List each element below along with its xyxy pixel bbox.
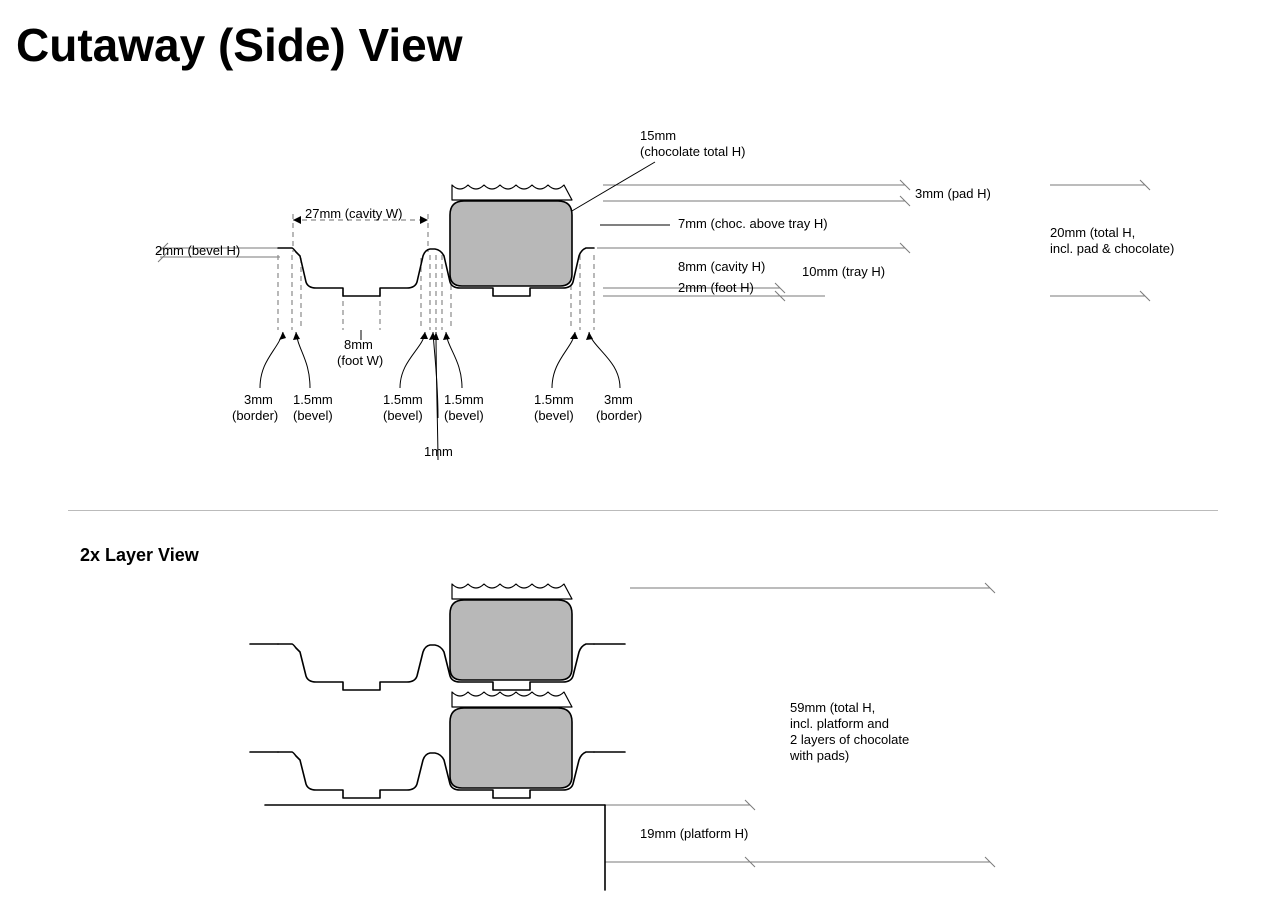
lbl-cavity-w: 27mm (cavity W) [305, 206, 403, 222]
lbl-border-r-2: (border) [596, 408, 642, 424]
lbl-tray-h: 10mm (tray H) [802, 264, 885, 280]
lbl-platform-h: 19mm (platform H) [640, 826, 748, 842]
lbl-bevel-b-2: (bevel) [383, 408, 423, 424]
lbl-cavity-h: 8mm (cavity H) [678, 259, 765, 275]
lbl-foot-w-2: (foot W) [337, 353, 383, 369]
lbl-one-mm: 1mm [424, 444, 453, 460]
lbl-bevel-c-2: (bevel) [444, 408, 484, 424]
lbl-2x-total-4: with pads) [790, 748, 849, 764]
lbl-bevel-h: 2mm (bevel H) [155, 243, 240, 259]
two-layer-diagram [0, 560, 1275, 922]
lbl-bevel-a-2: (bevel) [293, 408, 333, 424]
lbl-choc-above: 7mm (choc. above tray H) [678, 216, 828, 232]
lbl-2x-total-3: 2 layers of chocolate [790, 732, 909, 748]
section-divider [68, 510, 1218, 511]
lbl-foot-w-1: 8mm [344, 337, 373, 353]
lbl-bevel-c-1: 1.5mm [444, 392, 484, 408]
lbl-2x-total-1: 59mm (total H, [790, 700, 875, 716]
lbl-bevel-b-1: 1.5mm [383, 392, 423, 408]
lbl-2x-total-2: incl. platform and [790, 716, 889, 732]
lbl-border-l-1: 3mm [244, 392, 273, 408]
lbl-total-h-2: incl. pad & chocolate) [1050, 241, 1174, 257]
lbl-choc-total-1: 15mm [640, 128, 676, 144]
lbl-choc-total-2: (chocolate total H) [640, 144, 746, 160]
lbl-bevel-d-1: 1.5mm [534, 392, 574, 408]
lbl-bevel-d-2: (bevel) [534, 408, 574, 424]
lbl-pad-h: 3mm (pad H) [915, 186, 991, 202]
lbl-border-r-1: 3mm [604, 392, 633, 408]
lbl-total-h-1: 20mm (total H, [1050, 225, 1135, 241]
lbl-border-l-2: (border) [232, 408, 278, 424]
lbl-foot-h: 2mm (foot H) [678, 280, 754, 296]
lbl-bevel-a-1: 1.5mm [293, 392, 333, 408]
